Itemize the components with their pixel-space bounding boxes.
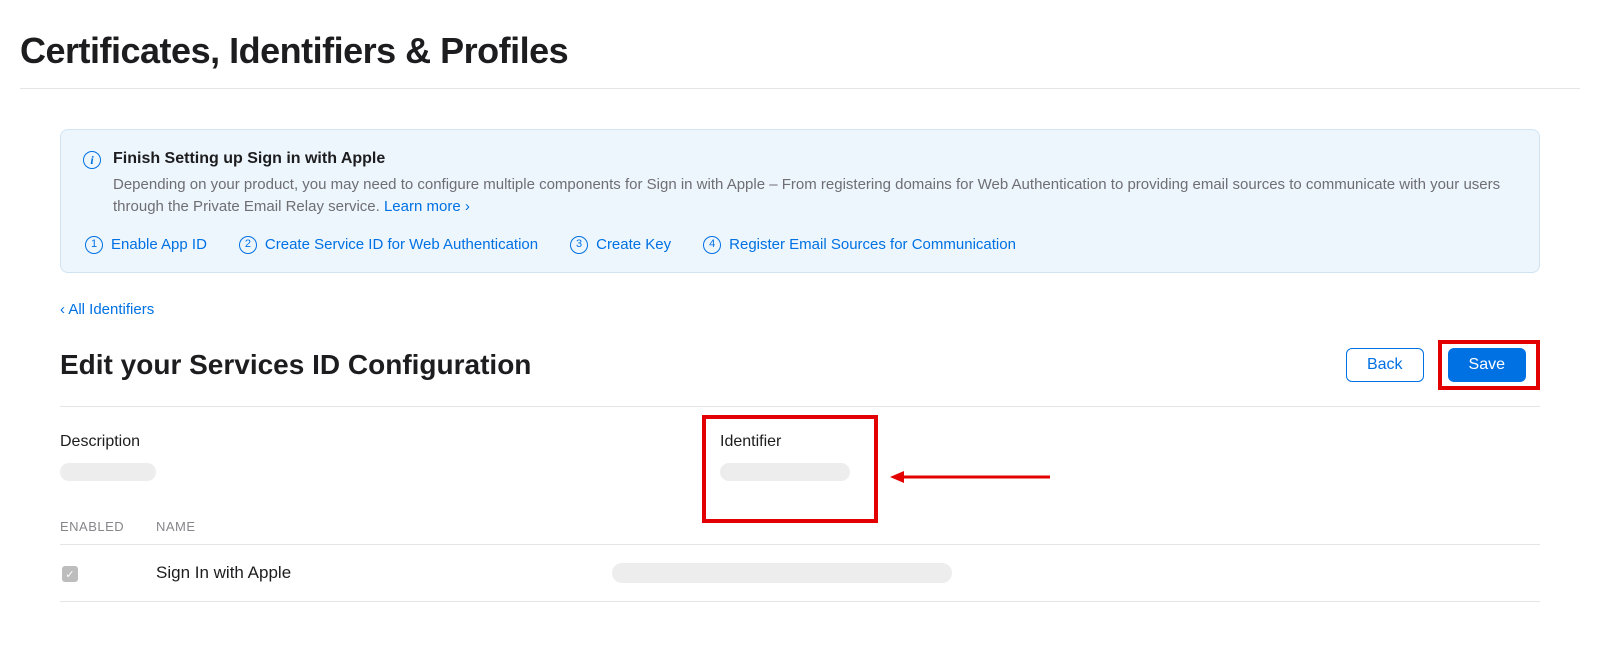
capability-name: Sign In with Apple [156,563,586,583]
info-banner-description: Depending on your product, you may need … [113,174,1517,218]
col-enabled-header: ENABLED [60,519,130,534]
all-identifiers-link[interactable]: ‹ All Identifiers [60,301,154,318]
step-enable-app-id[interactable]: 1 Enable App ID [85,236,207,254]
step-number-icon: 2 [239,236,257,254]
capability-table-head: ENABLED NAME [60,519,1540,545]
step-create-key[interactable]: 3 Create Key [570,236,671,254]
annotation-arrow-icon [890,471,1050,483]
identifier-label: Identifier [720,433,960,451]
divider [60,406,1540,407]
table-row: ✓ Sign In with Apple [60,545,1540,602]
description-field: Description [60,433,300,481]
step-label: Create Key [596,236,671,253]
col-name-header: NAME [156,519,1540,534]
step-number-icon: 1 [85,236,103,254]
identifier-field: Identifier [720,433,960,481]
section-title: Edit your Services ID Configuration [60,349,531,381]
back-button[interactable]: Back [1346,348,1424,382]
page-title: Certificates, Identifiers & Profiles [20,30,1580,89]
description-value-redacted [60,463,156,481]
step-number-icon: 4 [703,236,721,254]
save-button[interactable]: Save [1448,348,1526,382]
identifier-value-redacted [720,463,850,481]
info-banner: i Finish Setting up Sign in with Apple D… [60,129,1540,273]
step-register-email-sources[interactable]: 4 Register Email Sources for Communicati… [703,236,1016,254]
info-banner-title: Finish Setting up Sign in with Apple [113,150,1517,168]
setup-steps: 1 Enable App ID 2 Create Service ID for … [83,236,1517,254]
step-create-service-id[interactable]: 2 Create Service ID for Web Authenticati… [239,236,538,254]
enabled-checkbox[interactable]: ✓ [62,566,78,582]
description-label: Description [60,433,300,451]
capability-detail-redacted [612,563,952,583]
step-label: Create Service ID for Web Authentication [265,236,538,253]
step-label: Register Email Sources for Communication [729,236,1016,253]
info-icon: i [83,151,101,169]
learn-more-link[interactable]: Learn more › [384,198,470,215]
step-number-icon: 3 [570,236,588,254]
info-banner-text: Depending on your product, you may need … [113,176,1500,215]
annotation-highlight-save: Save [1438,340,1540,390]
step-label: Enable App ID [111,236,207,253]
